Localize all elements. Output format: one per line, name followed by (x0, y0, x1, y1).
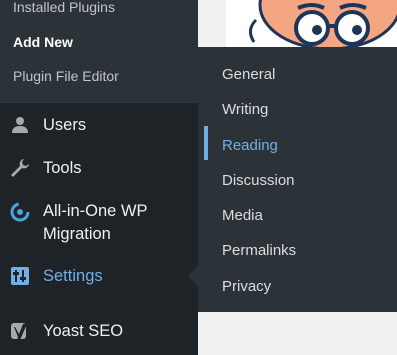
menu-label-migration-line2: Migration (43, 225, 111, 243)
menu-item-users[interactable]: Users (0, 114, 198, 138)
flyout-item-discussion[interactable]: Discussion (222, 172, 295, 189)
menu-item-settings[interactable]: Settings (0, 265, 198, 289)
migration-icon (9, 201, 31, 223)
flyout-pointer (188, 266, 198, 286)
menu-label-users: Users (43, 116, 87, 134)
menu-label-tools: Tools (43, 159, 82, 177)
flyout-item-writing[interactable]: Writing (222, 101, 268, 118)
menu-item-tools[interactable]: Tools (0, 157, 198, 181)
settings-icon (9, 265, 31, 287)
wrench-icon (9, 157, 31, 179)
submenu-plugin-file-editor[interactable]: Plugin File Editor (13, 68, 119, 84)
flyout-item-general[interactable]: General (222, 66, 275, 83)
plugins-submenu: Installed Plugins Add New Plugin File Ed… (0, 0, 198, 103)
flyout-item-privacy[interactable]: Privacy (222, 278, 271, 295)
submenu-add-new[interactable]: Add New (13, 34, 73, 50)
flyout-item-media[interactable]: Media (222, 207, 263, 224)
submenu-installed-plugins[interactable]: Installed Plugins (13, 0, 115, 15)
menu-item-yoast-seo[interactable]: Yoast SEO (0, 320, 198, 344)
mascot-illustration (226, 0, 397, 47)
active-item-indicator (204, 126, 208, 160)
menu-label-settings: Settings (43, 267, 103, 285)
flyout-item-reading[interactable]: Reading (222, 137, 278, 154)
users-icon (9, 114, 31, 136)
menu-label-yoast-seo: Yoast SEO (43, 322, 124, 340)
yoast-icon (9, 320, 31, 342)
settings-flyout-menu: General Writing Reading Discussion Media… (198, 47, 397, 312)
flyout-item-permalinks[interactable]: Permalinks (222, 242, 296, 259)
menu-label-migration-line1: All-in-One WP (43, 202, 148, 220)
menu-item-all-in-one-wp-migration[interactable]: All-in-One WP Migration (0, 200, 198, 246)
admin-sidebar: Installed Plugins Add New Plugin File Ed… (0, 0, 198, 355)
